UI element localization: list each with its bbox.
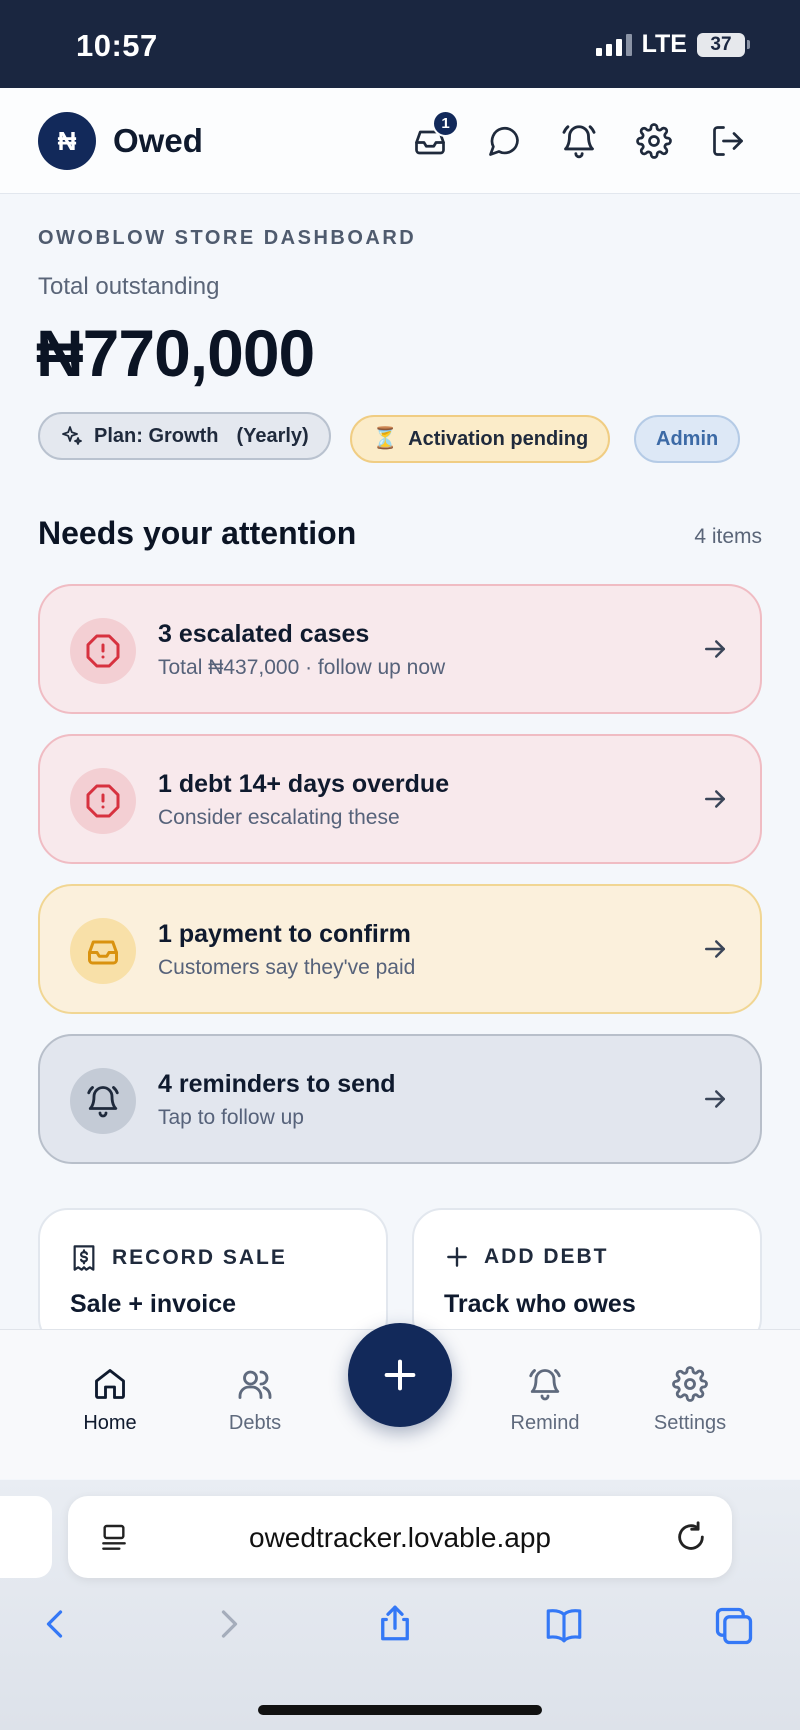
attention-card-overdue[interactable]: 1 debt 14+ days overdue Consider escalat… [38, 734, 762, 864]
settings-button[interactable] [631, 118, 677, 164]
home-icon [95, 1369, 125, 1399]
sparkle-icon [62, 426, 82, 445]
card-title: 1 payment to confirm [158, 920, 411, 948]
plus-icon [384, 1359, 416, 1391]
nav-settings-label: Settings [653, 1412, 727, 1434]
nav-home[interactable]: Home [50, 1366, 170, 1435]
activation-status: Activation pending [408, 427, 589, 450]
bookmarks-icon[interactable] [540, 1604, 588, 1646]
previous-tab-peek[interactable] [0, 1496, 52, 1578]
reload-icon[interactable] [674, 1520, 708, 1554]
quick-heading: RECORD SALE [112, 1246, 287, 1269]
alert-octagon-icon [86, 784, 120, 818]
add-fab-button[interactable] [348, 1323, 452, 1427]
inbox-button[interactable]: 1 [407, 110, 459, 164]
plan-period: (Yearly) [236, 424, 309, 447]
quick-title: Track who owes [444, 1290, 636, 1318]
attention-count: 4 items [694, 525, 762, 548]
nav-home-label: Home [83, 1412, 137, 1434]
card-subtitle: Customers say they've paid [158, 956, 416, 979]
bell-ring-icon [529, 1369, 561, 1401]
network-type: LTE [641, 30, 687, 58]
hourglass-icon: ⏳ [372, 427, 399, 450]
nav-remind[interactable]: Remind [485, 1366, 605, 1435]
back-icon[interactable] [38, 1604, 74, 1644]
card-subtitle: Total ₦437,000 · follow up now [158, 656, 446, 679]
attention-card-payment-confirm[interactable]: 1 payment to confirm Customers say they'… [38, 884, 762, 1014]
arrow-right-icon [705, 640, 725, 658]
arrow-right-icon [705, 940, 725, 958]
total-outstanding-amount: ₦770,000 [36, 316, 315, 390]
role-chip: Admin [634, 415, 741, 463]
notifications-button[interactable] [556, 118, 602, 164]
tabs-icon[interactable] [712, 1604, 756, 1648]
arrow-right-icon [705, 790, 725, 808]
bell-ring-icon [87, 1086, 119, 1118]
battery-level: 37 [697, 32, 745, 57]
attention-card-reminders[interactable]: 4 reminders to send Tap to follow up [38, 1034, 762, 1164]
logout-icon [713, 126, 743, 156]
plan-name: Plan: Growth [94, 424, 219, 447]
plan-chip[interactable]: Plan: Growth (Yearly) [38, 412, 331, 460]
arrow-right-icon [705, 1090, 725, 1108]
gear-icon [636, 123, 672, 159]
total-outstanding-label: Total outstanding [38, 273, 220, 300]
plus-icon [447, 1247, 467, 1267]
inbox-tray-icon [88, 940, 118, 965]
nav-remind-label: Remind [510, 1412, 580, 1434]
inbox-badge: 1 [432, 110, 459, 137]
status-indicators: LTE 37 [595, 30, 750, 59]
users-icon [238, 1370, 272, 1399]
gear-icon [672, 1366, 708, 1402]
url-text: owedtracker.lovable.app [249, 1522, 551, 1553]
record-sale-card[interactable]: RECORD SALE Sale + invoice [38, 1208, 388, 1348]
address-bar[interactable]: owedtracker.lovable.app [68, 1496, 732, 1578]
dashboard-label: OWOBLOW STORE DASHBOARD [38, 227, 417, 249]
forward-icon[interactable] [210, 1604, 246, 1644]
cellular-signal-icon [595, 33, 632, 56]
battery-icon: 37 [697, 32, 750, 57]
quick-title: Sale + invoice [70, 1290, 237, 1318]
nav-debts[interactable]: Debts [195, 1366, 315, 1435]
receipt-icon [73, 1245, 95, 1271]
status-bar: 10:57 LTE 37 [0, 0, 800, 88]
card-title: 1 debt 14+ days overdue [158, 770, 450, 798]
attention-title: Needs your attention [38, 515, 357, 551]
messages-button[interactable] [481, 118, 527, 164]
browser-chrome: owedtracker.lovable.app [0, 1480, 800, 1730]
role-label: Admin [656, 427, 719, 450]
bell-ring-icon [562, 125, 596, 159]
logout-button[interactable] [705, 118, 751, 164]
card-title: 3 escalated cases [158, 620, 370, 648]
nav-debts-label: Debts [228, 1412, 282, 1434]
nav-settings[interactable]: Settings [630, 1366, 750, 1435]
quick-heading: ADD DEBT [484, 1245, 609, 1268]
activation-chip[interactable]: ⏳ Activation pending [350, 415, 611, 463]
home-indicator [258, 1705, 542, 1715]
app-header: ₦ Owed 1 [0, 88, 800, 194]
share-icon[interactable] [374, 1600, 416, 1646]
add-debt-card[interactable]: ADD DEBT Track who owes [412, 1208, 762, 1348]
card-title: 4 reminders to send [158, 1070, 396, 1098]
attention-card-escalated[interactable]: 3 escalated cases Total ₦437,000 · follo… [38, 584, 762, 714]
chat-bubble-icon [489, 126, 519, 156]
status-time: 10:57 [76, 28, 158, 63]
card-subtitle: Tap to follow up [158, 1106, 304, 1129]
alert-octagon-icon [86, 634, 120, 668]
card-subtitle: Consider escalating these [158, 806, 400, 829]
